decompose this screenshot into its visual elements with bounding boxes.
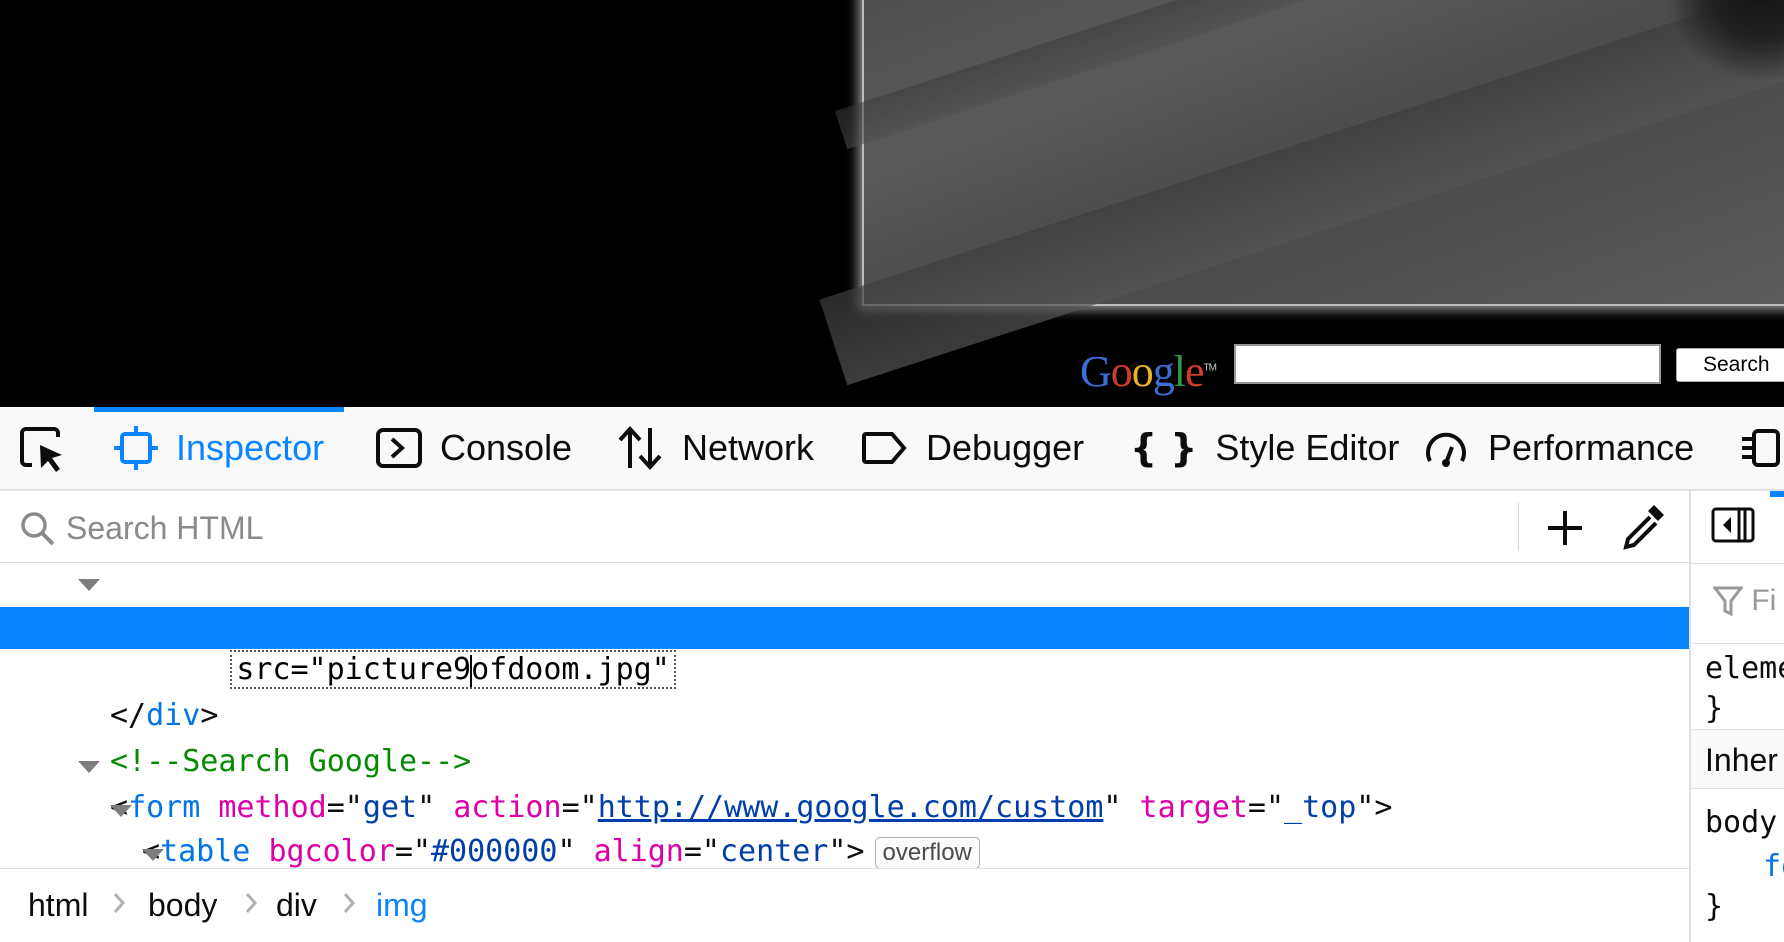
tab-inspector[interactable]: Inspector (94, 407, 345, 489)
tab-label: Debugger (926, 427, 1085, 468)
network-icon (616, 424, 664, 472)
toolbar-divider (1518, 503, 1519, 551)
search-html-input[interactable] (64, 505, 1508, 551)
memory-icon (1740, 425, 1784, 471)
tab-debugger[interactable]: Debugger (860, 407, 1084, 489)
tab-label: Performance (1488, 427, 1695, 468)
chevron-right-icon (245, 893, 258, 913)
chevron-right-icon (343, 893, 356, 913)
add-node-icon[interactable] (1540, 503, 1590, 553)
expand-twisty-icon[interactable] (78, 579, 100, 591)
page-viewport: GoogleTM Search (0, 0, 1784, 407)
rules-panel: Fi eleme } Inher body fo } (1689, 491, 1784, 942)
inspector-icon (114, 426, 158, 470)
toggle-pane-icon[interactable] (1711, 507, 1755, 543)
tab-performance[interactable]: Performance (1422, 407, 1694, 489)
tab-memory-partial[interactable] (1740, 407, 1784, 489)
markup-node-comment[interactable]: <!--Search Google--> (0, 699, 1689, 779)
breadcrumb-html[interactable]: html (28, 887, 88, 924)
tab-console[interactable]: Console (376, 407, 572, 489)
markup-node-table[interactable]: <table bgcolor="#000000" align="center">… (0, 789, 1689, 868)
element-picker-icon[interactable] (18, 425, 68, 475)
breadcrumb: html body div img (0, 868, 1689, 942)
breadcrumb-img[interactable]: img (376, 887, 428, 924)
markup-node-tbody[interactable]: <tbody> (0, 833, 1689, 868)
breadcrumb-body[interactable]: body (148, 887, 217, 924)
element-rule[interactable]: eleme (1705, 651, 1784, 686)
tab-network[interactable]: Network (616, 407, 814, 489)
console-icon (376, 426, 422, 470)
rule-close-brace: } (1705, 691, 1724, 726)
devtools-toolbar: Inspector Console Network Debugger { } S… (0, 407, 1784, 491)
markup-node-div-close[interactable]: </div> (0, 653, 1689, 733)
tab-indicator (1770, 491, 1784, 497)
tab-label: Inspector (176, 427, 325, 468)
markup-view: <div align="center"> <img src="picture9o… (0, 563, 1689, 868)
tab-label: Network (682, 427, 815, 468)
chevron-right-icon (113, 893, 126, 913)
eyedropper-icon[interactable] (1618, 501, 1668, 555)
google-logo: GoogleTM (1080, 347, 1217, 396)
search-icon (21, 512, 55, 546)
filter-styles-field[interactable]: Fi (1711, 583, 1776, 618)
rule-close-brace: } (1705, 889, 1724, 924)
tab-style-editor[interactable]: { } Style Editor (1130, 407, 1399, 489)
expand-twisty-icon[interactable] (78, 761, 100, 773)
page-image (819, 0, 1784, 386)
performance-icon (1422, 425, 1470, 471)
style-editor-icon: { } (1130, 426, 1198, 470)
css-property[interactable]: fo (1763, 849, 1784, 884)
google-search-input[interactable] (1234, 344, 1661, 384)
breadcrumb-div[interactable]: div (276, 887, 317, 924)
markup-node-form[interactable]: <form method="get" action="http://www.go… (0, 745, 1689, 825)
body-rule-selector[interactable]: body (1705, 805, 1777, 840)
debugger-icon (860, 428, 908, 468)
markup-node-div[interactable]: <div align="center"> (0, 563, 1689, 643)
tab-label: Style Editor (1215, 427, 1400, 468)
tab-label: Console (440, 427, 573, 468)
expand-twisty-icon[interactable] (142, 849, 164, 861)
inherited-header: Inher (1691, 729, 1784, 789)
expand-twisty-icon[interactable] (110, 805, 132, 817)
markup-node-img-selected[interactable]: <img src="picture9ofdoom.jpg" width="614… (0, 607, 1689, 689)
google-search-button[interactable]: Search (1676, 348, 1784, 382)
filter-icon (1711, 586, 1745, 617)
search-html-bar (0, 491, 1689, 563)
